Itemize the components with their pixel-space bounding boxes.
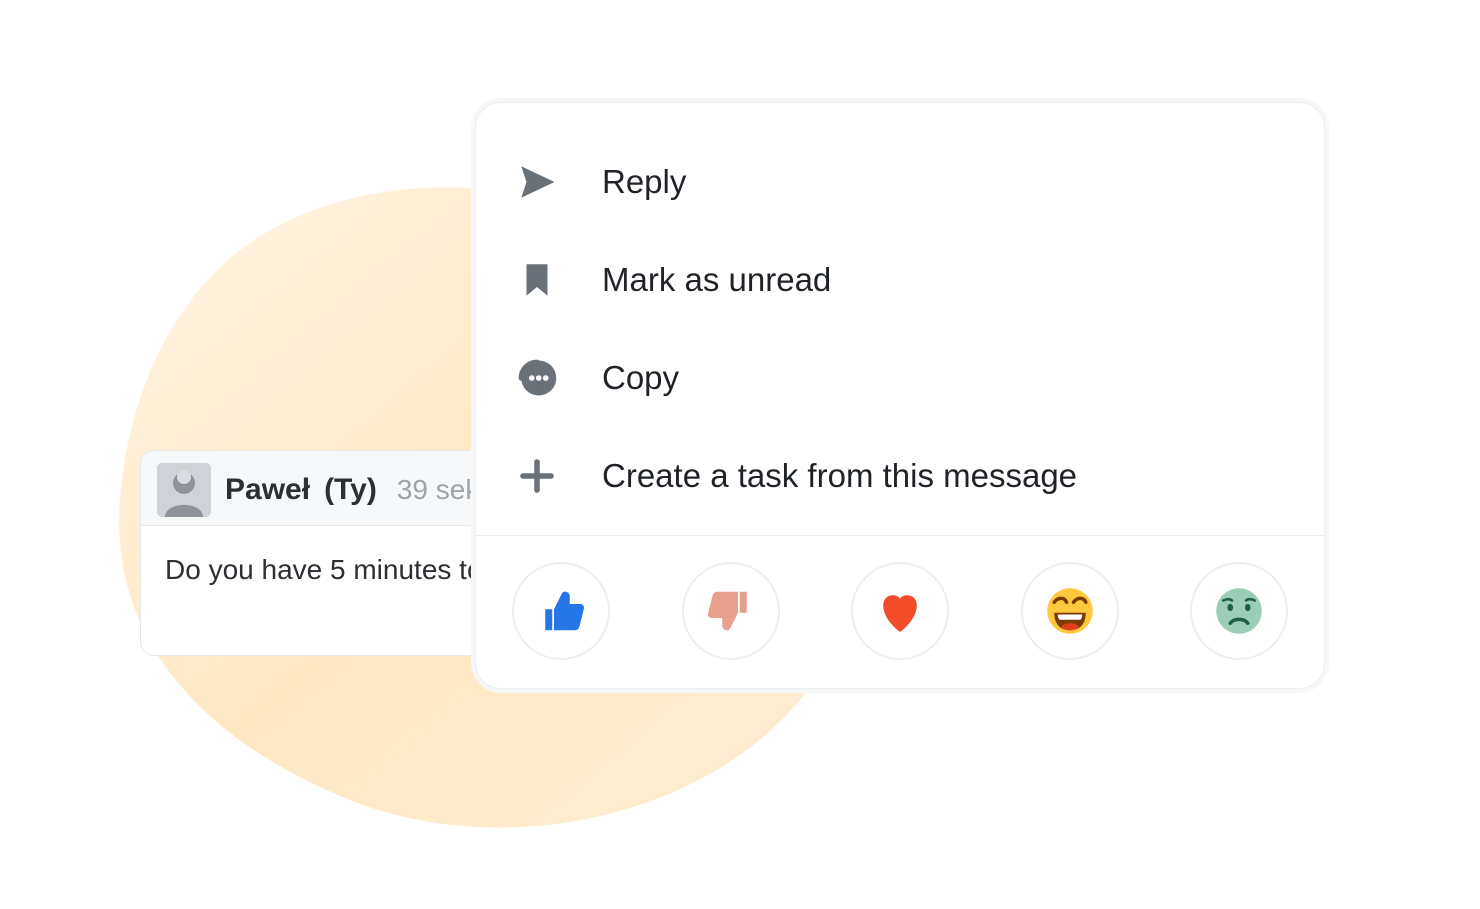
- reaction-thumbs-down[interactable]: [682, 562, 780, 660]
- author-you-label: (Ty): [324, 473, 377, 507]
- menu-item-create-task[interactable]: Create a task from this message: [506, 427, 1294, 525]
- send-icon: [512, 157, 562, 207]
- menu-item-label: Reply: [602, 163, 686, 201]
- reaction-laugh[interactable]: [1021, 562, 1119, 660]
- menu-item-copy[interactable]: Copy: [506, 329, 1294, 427]
- avatar: [157, 463, 211, 517]
- copy-icon: [512, 353, 562, 403]
- menu-separator: [476, 535, 1324, 536]
- context-menu: Reply Mark as unread Copy: [475, 102, 1325, 689]
- menu-item-label: Create a task from this message: [602, 457, 1077, 495]
- reaction-worried[interactable]: [1190, 562, 1288, 660]
- reaction-thumbs-up[interactable]: [512, 562, 610, 660]
- menu-list: Reply Mark as unread Copy: [506, 133, 1294, 525]
- menu-item-label: Copy: [602, 359, 679, 397]
- plus-icon: [512, 451, 562, 501]
- reaction-heart[interactable]: [851, 562, 949, 660]
- bookmark-icon: [512, 255, 562, 305]
- author-name: Paweł: [225, 473, 310, 507]
- menu-item-mark-unread[interactable]: Mark as unread: [506, 231, 1294, 329]
- menu-item-reply[interactable]: Reply: [506, 133, 1294, 231]
- reactions-row: [506, 556, 1294, 660]
- menu-item-label: Mark as unread: [602, 261, 831, 299]
